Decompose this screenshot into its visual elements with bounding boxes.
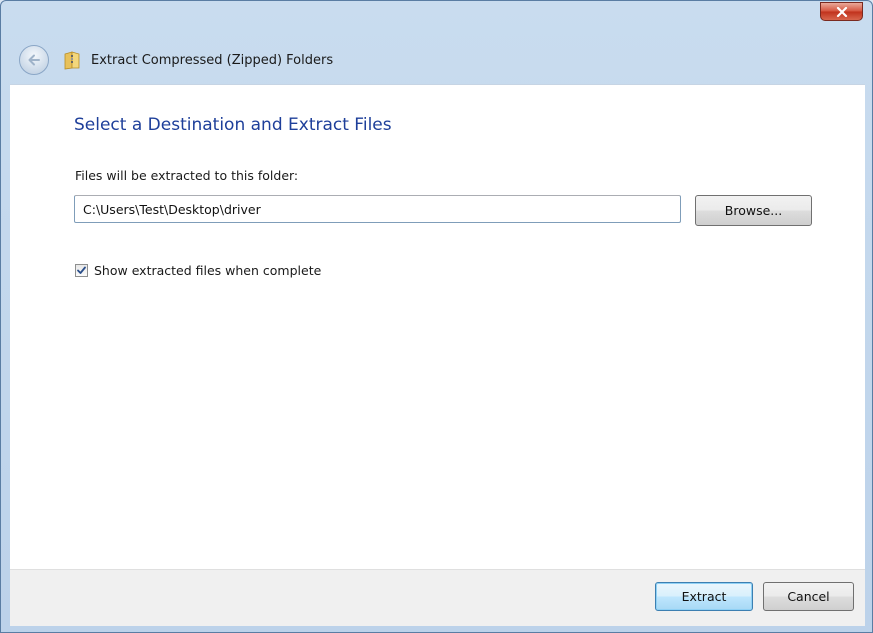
- button-bar: Extract Cancel: [10, 569, 865, 626]
- close-icon: [836, 6, 847, 17]
- cancel-button[interactable]: Cancel: [763, 582, 854, 611]
- content-area: Select a Destination and Extract Files F…: [10, 84, 865, 570]
- zip-folder-icon: [63, 50, 83, 70]
- window-title: Extract Compressed (Zipped) Folders: [91, 52, 334, 68]
- back-button[interactable]: [19, 45, 49, 75]
- show-files-label: Show extracted files when complete: [94, 263, 322, 278]
- back-arrow-icon: [28, 54, 40, 66]
- page-heading: Select a Destination and Extract Files: [74, 115, 392, 135]
- close-button[interactable]: [820, 2, 863, 21]
- browse-button[interactable]: Browse...: [695, 195, 812, 226]
- show-files-option[interactable]: Show extracted files when complete: [75, 263, 321, 278]
- destination-path-input[interactable]: [74, 195, 681, 223]
- checkmark-icon: [77, 266, 86, 274]
- destination-label: Files will be extracted to this folder:: [75, 168, 299, 183]
- extract-button[interactable]: Extract: [655, 582, 753, 611]
- show-files-checkbox[interactable]: [75, 264, 88, 277]
- title-row: Extract Compressed (Zipped) Folders: [19, 43, 333, 77]
- extract-dialog-window: Extract Compressed (Zipped) Folders Sele…: [0, 0, 873, 633]
